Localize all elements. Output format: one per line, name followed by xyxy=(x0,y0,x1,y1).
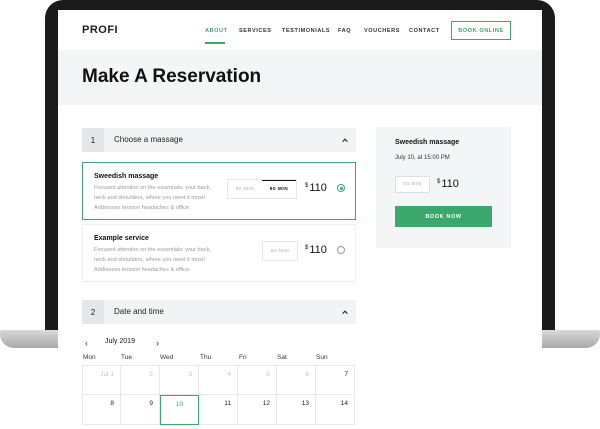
service-name: Example service xyxy=(94,235,149,242)
step-number: 1 xyxy=(82,128,104,152)
summary-datetime: July 10, at 15:00 PM xyxy=(395,155,450,161)
calendar-day[interactable]: Jul 1 xyxy=(82,365,121,395)
book-online-button[interactable]: BOOK ONLINE xyxy=(451,21,511,40)
summary-price: $110 xyxy=(437,178,459,190)
step-choose-massage-header[interactable]: 1 Choose a massage xyxy=(82,128,356,152)
nav-item-about[interactable]: ABOUT xyxy=(205,28,228,34)
summary-duration: 60 MIN xyxy=(395,176,430,193)
service-description: Focused attention on the essentials: you… xyxy=(94,247,211,273)
chevron-left-icon[interactable]: ‹ xyxy=(85,338,88,348)
step-label: Date and time xyxy=(114,307,164,316)
month-navigation: ‹ July 2019 › xyxy=(82,337,172,349)
weekday-label: Fri xyxy=(239,354,247,361)
weekday-label: Sat xyxy=(277,354,287,361)
currency-symbol: $ xyxy=(305,245,309,251)
book-now-button[interactable]: BOOK NOW xyxy=(395,206,492,227)
step-number: 2 xyxy=(82,300,104,324)
calendar-day[interactable]: 4 xyxy=(199,365,238,395)
service-price: $110 xyxy=(305,182,327,194)
service-radio[interactable] xyxy=(337,246,345,254)
nav-item-vouchers[interactable]: VOUCHERS xyxy=(364,28,400,34)
nav-item-contact[interactable]: CONTACT xyxy=(409,28,440,34)
page-title: Make A Reservation xyxy=(82,66,262,87)
page-header: Make A Reservation xyxy=(58,50,542,105)
service-option-sweedish-massage[interactable]: Sweedish massage Focused attention on th… xyxy=(82,162,356,220)
service-price: $110 xyxy=(305,244,327,256)
calendar-day[interactable]: 6 xyxy=(277,365,316,395)
service-name: Sweedish massage xyxy=(94,173,159,180)
duration-option-60[interactable]: 60 MIN xyxy=(228,180,262,198)
summary-service-name: Sweedish massage xyxy=(395,139,460,146)
booking-summary: Sweedish massage July 10, at 15:00 PM 60… xyxy=(376,127,511,248)
month-label: July 2019 xyxy=(105,338,135,345)
calendar-day[interactable]: 5 xyxy=(238,365,277,395)
calendar-day[interactable]: 3 xyxy=(160,365,199,395)
chevron-right-icon[interactable]: › xyxy=(156,338,159,348)
nav-item-testimonials[interactable]: TESTIMONIALS xyxy=(282,28,330,34)
weekday-label: Tue xyxy=(121,354,132,361)
service-option-example-service[interactable]: Example service Focused attention on the… xyxy=(82,224,356,282)
service-description: Focused attention on the essentials: you… xyxy=(94,185,211,211)
calendar-day[interactable]: 14 xyxy=(316,395,355,425)
laptop-mockup: PROFI ABOUT SERVICES TESTIMONIALS FAQ VO… xyxy=(0,0,600,429)
top-nav: PROFI ABOUT SERVICES TESTIMONIALS FAQ VO… xyxy=(58,10,542,50)
nav-active-indicator xyxy=(205,42,225,44)
calendar-day[interactable]: 11 xyxy=(199,395,238,425)
calendar-day[interactable]: 9 xyxy=(121,395,160,425)
laptop-screen: PROFI ABOUT SERVICES TESTIMONIALS FAQ VO… xyxy=(58,10,542,429)
weekday-label: Mon xyxy=(83,354,96,361)
nav-item-faq[interactable]: FAQ xyxy=(338,28,351,34)
duration-option-60[interactable]: 60 MIN xyxy=(263,242,297,260)
currency-symbol: $ xyxy=(305,183,309,189)
weekday-label: Sun xyxy=(316,354,328,361)
currency-symbol: $ xyxy=(437,179,441,185)
nav-item-services[interactable]: SERVICES xyxy=(239,28,272,34)
chevron-up-icon[interactable] xyxy=(341,308,349,316)
calendar-day-selected[interactable]: 10 xyxy=(160,395,199,425)
logo[interactable]: PROFI xyxy=(82,24,118,36)
price-value: 110 xyxy=(441,178,459,190)
duration-selector: 60 MIN 90 MIN xyxy=(227,179,297,199)
calendar-day[interactable]: 7 xyxy=(316,365,355,395)
step-date-time-header[interactable]: 2 Date and time xyxy=(82,300,356,324)
calendar-day[interactable]: 12 xyxy=(238,395,277,425)
calendar-day[interactable]: 8 xyxy=(82,395,121,425)
duration-option-90[interactable]: 90 MIN xyxy=(262,180,296,198)
calendar-day[interactable]: 2 xyxy=(121,365,160,395)
weekday-label: Thu xyxy=(200,354,212,361)
duration-selector: 60 MIN xyxy=(262,241,298,261)
weekday-label: Wed xyxy=(160,354,174,361)
price-value: 110 xyxy=(309,244,327,256)
price-value: 110 xyxy=(309,182,327,194)
step-label: Choose a massage xyxy=(114,135,183,144)
calendar-day[interactable]: 13 xyxy=(277,395,316,425)
chevron-up-icon[interactable] xyxy=(341,136,349,144)
service-radio-selected[interactable] xyxy=(337,184,345,192)
